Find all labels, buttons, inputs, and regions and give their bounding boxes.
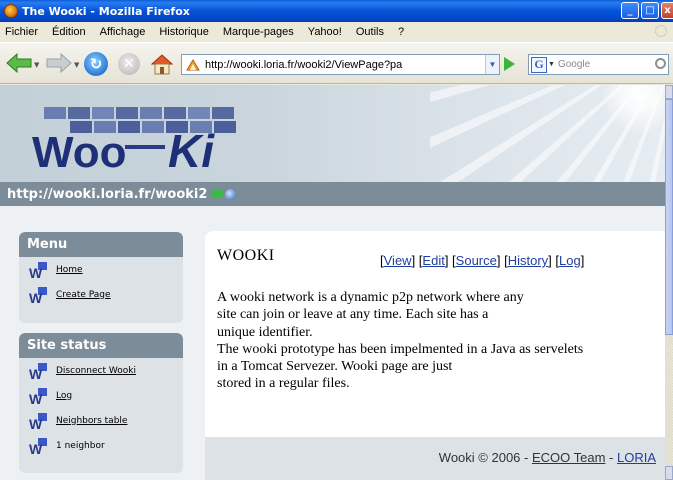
loria-link[interactable]: LORIA: [617, 450, 656, 465]
page-footer: Wooki © 2006 - ECOO Team - LORIA: [205, 437, 665, 480]
ecoo-team-link[interactable]: ECOO Team: [532, 450, 605, 465]
source-link[interactable]: Source: [456, 253, 497, 268]
svg-text:W: W: [29, 441, 43, 455]
wooki-w-icon: W: [29, 388, 47, 405]
stop-icon[interactable]: ✕: [118, 53, 140, 75]
body-line: unique identifier.: [217, 324, 313, 340]
wooki-w-icon: W: [29, 363, 47, 380]
footer-separator: -: [605, 450, 617, 465]
site-header: Woo Ki: [0, 85, 665, 182]
menu-historique[interactable]: Historique: [152, 26, 216, 38]
neighbors-table-link[interactable]: Neighbors table: [56, 416, 127, 426]
scroll-up-button[interactable]: [665, 85, 673, 99]
home-icon[interactable]: [150, 52, 174, 76]
search-box[interactable]: G ▼ Google: [528, 54, 669, 75]
edit-link[interactable]: Edit: [422, 253, 444, 268]
menu-outils[interactable]: Outils: [349, 26, 391, 38]
svg-text:W: W: [29, 265, 43, 279]
sidebar-item-neighbor-count: W 1 neighbor: [19, 433, 183, 458]
go-icon[interactable]: [504, 57, 515, 71]
engine-dropdown-icon[interactable]: ▼: [548, 61, 555, 68]
disconnect-wooki-link[interactable]: Disconnect Wooki: [56, 366, 136, 376]
view-link[interactable]: View: [384, 253, 412, 268]
page-title: WOOKI: [217, 247, 275, 264]
site-status-panel: Site status W Disconnect Wooki W Log W N…: [19, 333, 183, 473]
window-title-bar: The Wooki - Mozilla Firefox _ □ x: [0, 0, 673, 22]
site-url-text: http://wooki.loria.fr/wooki2: [7, 186, 208, 202]
feed-icon[interactable]: [211, 190, 224, 198]
vertical-scrollbar[interactable]: [665, 85, 673, 480]
menu-edition[interactable]: Édition: [45, 26, 93, 38]
minimize-button[interactable]: _: [621, 2, 639, 19]
sidebar-item-disconnect[interactable]: W Disconnect Wooki: [19, 358, 183, 383]
web-page: Woo Ki http://wooki.loria.fr/wooki2 Menu…: [0, 85, 665, 480]
page-content: WOOKI [View] [Edit] [Source] [History] […: [205, 231, 665, 480]
home-link[interactable]: Home: [56, 265, 83, 275]
menu-panel-title: Menu: [19, 232, 183, 257]
firefox-icon: [4, 4, 18, 18]
menu-help[interactable]: ?: [391, 26, 411, 38]
create-page-link[interactable]: Create Page: [56, 290, 111, 300]
body-line: The wooki prototype has been impelmented…: [217, 341, 584, 357]
svg-text:W: W: [29, 391, 43, 405]
globe-icon[interactable]: [225, 188, 237, 200]
log-link[interactable]: Log: [56, 391, 72, 401]
maximize-button[interactable]: □: [641, 2, 659, 19]
site-status-title: Site status: [19, 333, 183, 358]
neighbor-count: 1 neighbor: [56, 440, 105, 451]
wooki-w-icon: W: [29, 413, 47, 430]
site-favicon-icon: [186, 58, 200, 70]
svg-text:W: W: [29, 416, 43, 430]
menu-fichier[interactable]: Fichier: [0, 26, 45, 38]
wooki-logo: Woo Ki: [32, 107, 236, 175]
site-url-strip: http://wooki.loria.fr/wooki2: [0, 182, 665, 206]
throbber-icon: [655, 25, 667, 37]
sidebar-item-create-page[interactable]: W Create Page: [19, 282, 183, 307]
wooki-w-icon: W: [29, 287, 47, 304]
menu-bar: Fichier Édition Affichage Historique Mar…: [0, 22, 673, 42]
menu-affichage[interactable]: Affichage: [93, 26, 153, 38]
window-controls: _ □ x: [621, 2, 673, 19]
menu-marque-pages[interactable]: Marque-pages: [216, 26, 301, 38]
page-actions: [View] [Edit] [Source] [History] [Log]: [380, 253, 585, 268]
scroll-down-button[interactable]: [665, 466, 673, 480]
wooki-w-icon: W: [29, 262, 47, 279]
svg-text:W: W: [29, 290, 43, 304]
google-engine-icon[interactable]: G: [531, 56, 547, 73]
reload-icon[interactable]: ↻: [84, 52, 108, 76]
body-line: stored in a regular files.: [217, 376, 350, 392]
svg-text:Woo: Woo: [32, 128, 127, 175]
body-line: in a Tomcat Servezer. Wooki page are jus…: [217, 359, 453, 375]
sidebar-item-log[interactable]: W Log: [19, 383, 183, 408]
sidebar-item-neighbors-table[interactable]: W Neighbors table: [19, 408, 183, 433]
page-body: A wooki network is a dynamic p2p network…: [217, 289, 657, 393]
svg-text:Ki: Ki: [168, 125, 215, 175]
menu-panel: Menu W Home W Create Page: [19, 232, 183, 323]
back-history-dropdown[interactable]: ▼: [34, 61, 39, 69]
menu-yahoo[interactable]: Yahoo!: [301, 26, 349, 38]
forward-history-dropdown[interactable]: ▼: [74, 61, 79, 69]
back-arrow-icon[interactable]: [6, 52, 32, 74]
wooki-w-icon: W: [29, 438, 47, 455]
body-line: site can join or leave at any time. Each…: [217, 307, 489, 323]
history-link[interactable]: History: [508, 253, 548, 268]
search-placeholder: Google: [557, 59, 591, 70]
close-button[interactable]: x: [661, 2, 673, 19]
body-line: A wooki network is a dynamic p2p network…: [217, 290, 524, 305]
svg-text:W: W: [29, 366, 43, 380]
navigation-toolbar: ▼ ▼ ↻ ✕ http://wooki.loria.fr/wooki2/Vie…: [0, 42, 673, 84]
forward-arrow-icon[interactable]: [46, 52, 72, 74]
magnifier-icon[interactable]: [655, 58, 666, 69]
scroll-thumb[interactable]: [665, 99, 673, 335]
window-title: The Wooki - Mozilla Firefox: [22, 4, 190, 18]
sidebar-item-home[interactable]: W Home: [19, 257, 183, 282]
address-bar[interactable]: http://wooki.loria.fr/wooki2/ViewPage?pa…: [181, 54, 500, 75]
address-text: http://wooki.loria.fr/wooki2/ViewPage?pa: [205, 58, 403, 71]
page-log-link[interactable]: Log: [559, 253, 581, 268]
footer-prefix: Wooki © 2006 -: [438, 450, 532, 465]
address-dropdown-icon[interactable]: ▼: [485, 55, 499, 74]
